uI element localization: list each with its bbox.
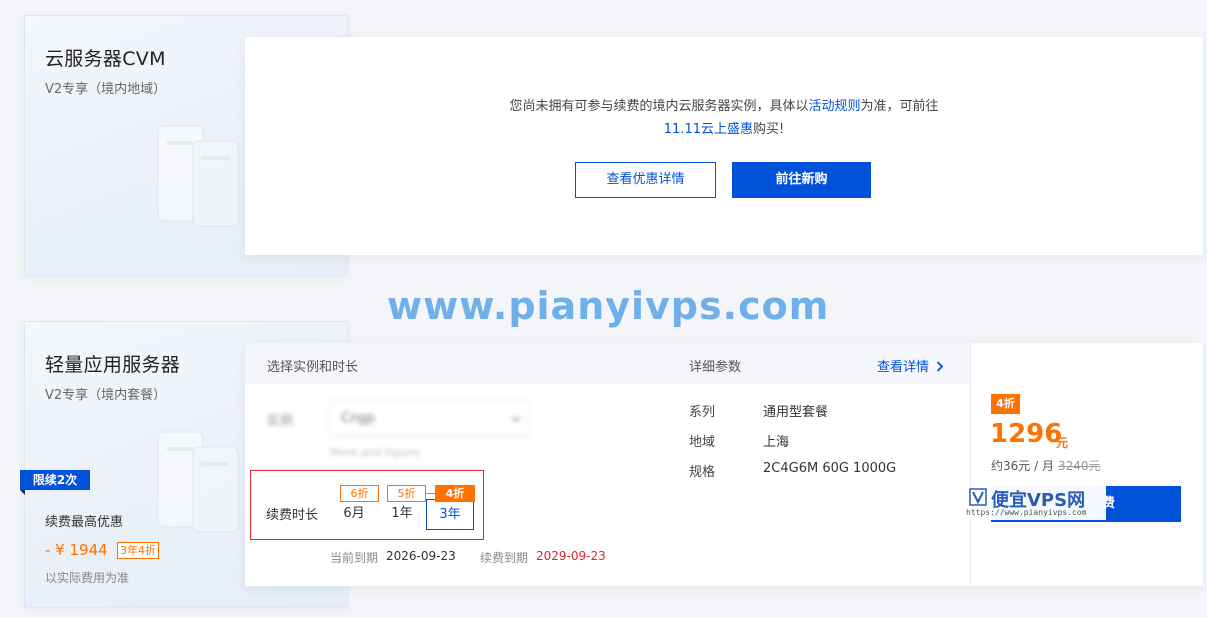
discount-tag: 3年4折 [117,542,159,559]
notice-text-part: 为准，可前往 [860,99,939,114]
view-details-link[interactable]: 查看详情 [877,356,944,375]
current-expire-label: 当前到期 [330,551,379,565]
select-instance-heading: 选择实例和时长 [267,360,359,375]
instance-label: 实例 [267,414,294,429]
renew-expire-date: 2029-09-23 [536,549,606,563]
buy-new-button[interactable]: 前往新购 [732,162,871,198]
instance-hint: More and Inpure [330,446,421,459]
cvm-title: 云服务器CVM [45,48,166,70]
view-discount-details-button[interactable]: 查看优惠详情 [575,162,716,198]
activity-rules-link[interactable]: 活动规则 [808,99,860,114]
notice-text-part: 您尚未拥有可参与续费的境内云服务器实例，具体以 [509,99,809,114]
cvm-notice-text: 您尚未拥有可参与续费的境内云服务器实例，具体以活动规则为准，可前往 11.11云… [245,95,1203,141]
site-logo-url: https://www.pianyivps.com [966,508,1087,517]
cvm-notice-panel: 您尚未拥有可参与续费的境内云服务器实例，具体以活动规则为准，可前往 11.11云… [245,37,1203,255]
limit-renewal-badge: 限续2次 [20,470,90,495]
instance-select[interactable]: Cngp [330,400,530,436]
price-discount-badge: 4折 [991,394,1020,414]
param-spec-value: 2C4G6M 60G 1000G [763,461,897,476]
panel-divider [970,343,971,586]
lighthouse-title: 轻量应用服务器 [45,354,181,376]
price-per-month: 约36元 / 月 [991,459,1054,473]
chevron-right-icon [937,361,944,372]
param-series-label: 系列 [689,405,716,420]
params-heading: 详细参数 [689,360,742,375]
param-spec-label: 规格 [689,465,716,480]
instance-select-value: Cngp [341,411,375,426]
sale-event-link[interactable]: 11.11云上盛惠 [664,122,753,137]
current-expire-date: 2026-09-23 [386,549,456,563]
server-illustration-icon [157,125,239,227]
site-logo-icon [969,488,987,506]
chevron-down-icon [511,416,521,422]
price-note: 以实际费用为准 [45,571,130,585]
duration-highlight-frame [250,470,484,540]
site-logo-watermark: 便宜VPS网 https://www.pianyivps.com [966,486,1106,520]
max-discount-label: 续费最高优惠 [45,515,124,530]
cvm-subtitle: V2专享（境内地域） [45,82,167,97]
price-original: 3240元 [1058,459,1101,473]
purchase-panel-header: 选择实例和时长 详细参数 查看详情 [245,343,970,384]
param-region-value: 上海 [763,435,790,450]
notice-text-part: 购买! [753,122,785,137]
lighthouse-subtitle: V2专享（境内套餐） [45,388,167,403]
discount-amount: - ¥ 1944 [45,541,108,559]
price-unit: 元 [1056,436,1069,450]
param-region-label: 地域 [689,435,716,450]
param-series-value: 通用型套餐 [763,405,829,420]
server-illustration-icon [157,431,239,533]
site-watermark: www.pianyivps.com [387,284,830,328]
price-amount: 1296 [990,419,1063,449]
renew-expire-label: 续费到期 [480,551,529,565]
view-details-label: 查看详情 [877,360,930,375]
